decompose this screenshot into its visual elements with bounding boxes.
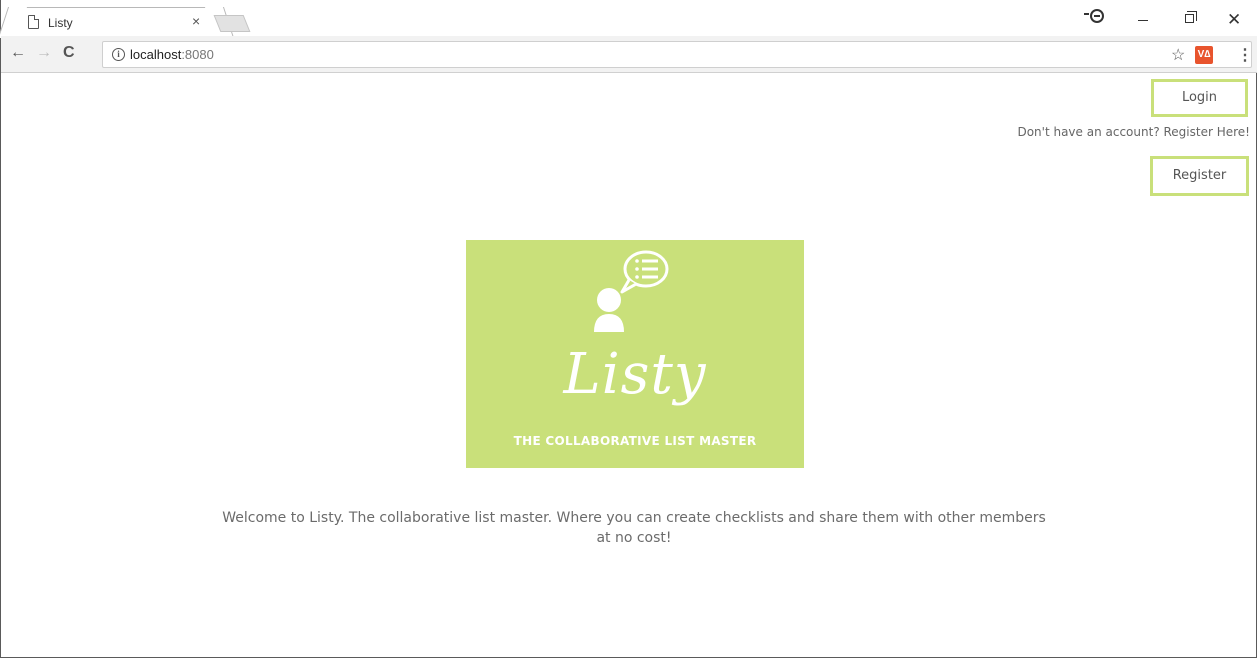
logo-wordmark: Listy: [563, 342, 707, 407]
tab-strip: Listy × ✕: [1, 0, 1257, 37]
info-icon[interactable]: i: [112, 48, 125, 61]
profile-dash: [1084, 13, 1089, 15]
listy-logo: Listy THE COLLABORATIVE LIST MASTER: [466, 240, 804, 468]
tab-listy[interactable]: Listy ×: [11, 7, 221, 37]
tab-close-icon[interactable]: ×: [192, 13, 200, 29]
profile-head: [1090, 9, 1104, 23]
url-port: :8080: [181, 47, 214, 62]
profile-icon[interactable]: [1084, 8, 1106, 26]
back-icon[interactable]: ←: [10, 44, 26, 62]
new-tab-button[interactable]: [213, 15, 251, 32]
url-host: localhost: [130, 47, 182, 62]
browser-window: Listy × ✕ ← → C i localhost:8080 ☆ V∆ ⋮ …: [0, 0, 1257, 658]
tab-title: Listy: [48, 16, 73, 30]
welcome-text: Welcome to Listy. The collaborative list…: [222, 510, 1046, 546]
page-icon: [28, 15, 39, 29]
browser-toolbar: ← → C i localhost:8080 ☆ V∆ ⋮: [1, 36, 1257, 73]
tab-content: Listy ×: [14, 8, 214, 37]
forward-icon[interactable]: →: [36, 44, 52, 62]
extension-icon[interactable]: V∆: [1195, 46, 1213, 64]
logo-tagline: THE COLLABORATIVE LIST MASTER: [513, 434, 757, 448]
register-button[interactable]: Register: [1150, 156, 1249, 196]
url-text[interactable]: localhost:8080: [130, 47, 214, 62]
menu-icon[interactable]: ⋮: [1237, 45, 1253, 65]
star-icon[interactable]: ☆: [1171, 45, 1185, 65]
login-button[interactable]: Login: [1151, 79, 1248, 117]
page-content: Login Don't have an account? Register He…: [1, 74, 1256, 657]
restore-icon[interactable]: [1185, 11, 1197, 23]
register-prompt: Don't have an account? Register Here!: [1017, 125, 1250, 139]
minimize-icon[interactable]: [1138, 20, 1148, 21]
reload-icon[interactable]: C: [63, 44, 75, 62]
address-bar[interactable]: i localhost:8080 ☆ V∆ ⋮: [102, 41, 1253, 68]
close-window-icon[interactable]: ✕: [1227, 10, 1241, 30]
